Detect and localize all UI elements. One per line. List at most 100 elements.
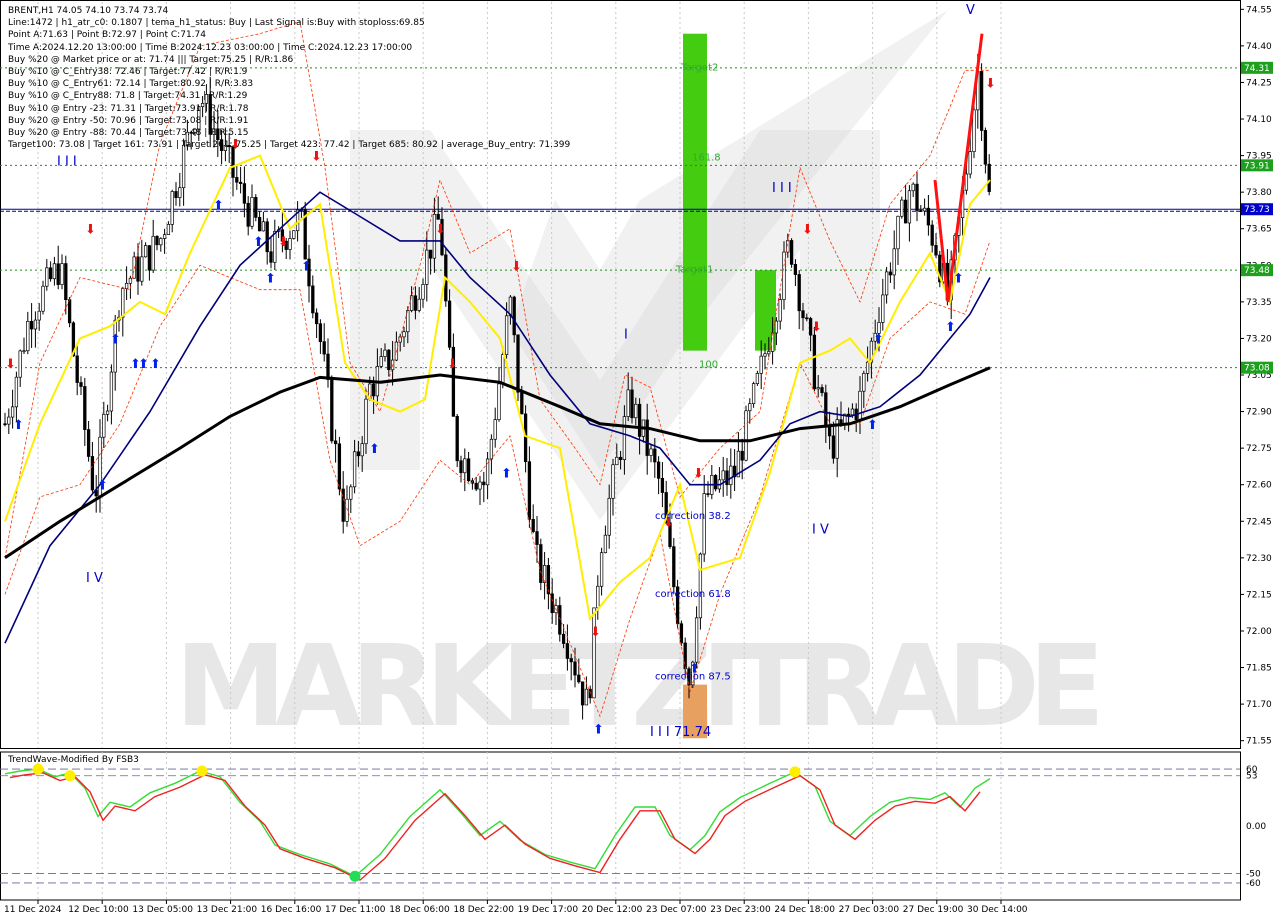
candle-bear [630,389,634,419]
y-tick-label: 74.40 [1246,42,1272,52]
y-tick-label: 72.90 [1246,408,1272,418]
candle-bear [235,177,239,183]
candle-bear [637,403,642,437]
candle-bear [466,458,471,482]
candle-bull [170,191,174,225]
candle-bull [102,413,106,438]
candle-bear [269,251,273,263]
wave-annotation: 161.8 [692,152,721,163]
candle-bull [892,248,896,276]
candle-bull [383,349,387,357]
candle-bull [292,230,296,239]
candle-bear [550,593,554,613]
candle-bear [455,415,459,462]
x-tick-label: 18 Dec 06:00 [389,905,450,915]
candle-bull [151,235,155,271]
osc-y-tick-label: 0.00 [1246,822,1266,832]
candle-bear [436,213,440,220]
level-label: 73.48 [1244,266,1270,276]
candle-bull [763,353,767,357]
candle-bull [109,371,114,412]
candle-bear [979,71,984,131]
candle-bull [694,617,699,663]
candle-bear [812,334,817,390]
candle-bear [67,299,72,324]
candle-bull [607,497,611,536]
x-tick-label: 24 Dec 18:00 [774,905,835,915]
candle-bear [447,300,452,348]
candle-bear [824,392,828,428]
indicator-info-block: BRENT,H1 74.05 74.10 73.74 73.74 Line:14… [8,5,570,151]
candle-bull [417,298,421,311]
candle-bull [352,451,357,488]
oscillator-frame [0,751,1241,901]
candle-bear [48,267,53,280]
wave-annotation: I V [812,522,829,537]
candle-bull [542,565,547,583]
candle-bear [257,217,262,232]
y-tick-label: 72.45 [1246,517,1272,527]
sell-arrow-icon: ⬇ [511,259,522,274]
x-tick-label: 27 Dec 19:00 [903,905,964,915]
x-tick-label: 17 Dec 11:00 [325,905,386,915]
target-band [683,33,707,351]
x-tick-label: 27 Dec 03:00 [839,905,900,915]
candle-bear [915,183,919,211]
candle-bear [573,661,577,676]
y-tick-label: 74.25 [1246,78,1272,88]
candle-bear [242,183,247,204]
candle-bull [907,190,912,224]
candle-bear [660,477,665,493]
osc-dot-yellow [32,763,44,775]
candle-bear [147,245,152,271]
candle-bull [858,390,862,420]
candle-bear [75,355,79,383]
candle-bear [333,440,338,445]
candle-bull [140,256,144,282]
candle-bull [865,361,870,374]
y-tick-label: 74.55 [1246,5,1272,15]
candle-bull [611,464,615,499]
x-tick-label: 30 Dec 14:00 [967,905,1028,915]
candle-bear [645,419,649,456]
candle-bear [512,296,516,336]
candle-bear [79,382,83,387]
candle-bull [7,416,11,425]
candle-bear [254,197,258,218]
level-label: 73.73 [1244,205,1270,215]
candle-bull [124,282,129,289]
osc-dot-yellow [196,765,208,777]
candle-bull [478,481,482,490]
info-line: Buy %10 @ C_Entry38: 72.46 | Target:77.4… [8,67,248,78]
candle-bear [482,481,486,486]
y-tick-label: 72.30 [1246,554,1272,564]
osc-dot-yellow [789,766,801,778]
candle-bear [90,456,95,491]
candle-bear [725,470,729,486]
candle-bear [934,244,938,256]
candle-bear [679,623,684,644]
wave-annotation: I I I [57,154,77,169]
candle-bear [371,383,376,397]
oscillator-panel: 60530.00-50-60 [0,751,1266,901]
candle-bull [615,456,619,466]
candle-bull [622,416,627,460]
candle-bear [797,274,801,312]
candle-bull [702,493,706,555]
candle-bear [3,423,7,426]
wave-annotation: Target2 [680,62,718,73]
candle-bear [539,544,543,583]
candle-bear [516,334,520,393]
candle-bull [22,350,26,353]
sell-arrow-icon: ⬇ [278,235,289,250]
candle-bear [846,413,851,416]
candle-bull [162,234,167,239]
candle-bull [501,354,505,385]
candle-bear [987,163,991,192]
candle-bear [337,443,342,490]
candle-bear [805,317,809,320]
candle-bear [831,435,836,459]
candle-bull [584,688,589,706]
candle-bear [706,493,710,495]
candle-bull [774,320,779,334]
